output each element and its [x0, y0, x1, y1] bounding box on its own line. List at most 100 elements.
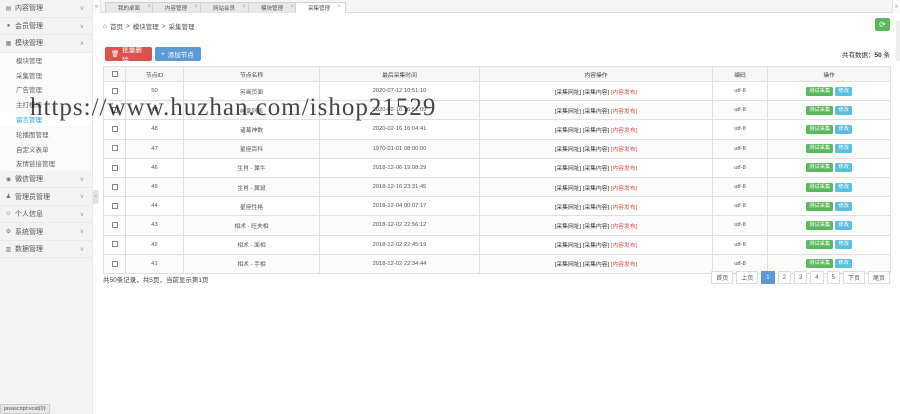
row-checkbox[interactable]	[111, 222, 118, 229]
sidebar-menu-item[interactable]: ☺ 个人信息 ∨	[0, 206, 92, 224]
op-collect-urls-link[interactable]: [采集网址]	[555, 109, 581, 115]
op-collect-content-link[interactable]: [采集内容]	[583, 109, 609, 115]
sidebar-subitem[interactable]: 留言管理	[0, 111, 92, 127]
close-icon[interactable]: ×	[194, 4, 198, 10]
op-collect-urls-link[interactable]: [采集网址]	[555, 224, 581, 230]
op-collect-content-link[interactable]: [采集内容]	[583, 224, 609, 230]
refresh-button[interactable]: ⟳	[875, 18, 890, 31]
op-publish-link[interactable]: [内容发布]	[611, 243, 637, 249]
pager-prev[interactable]: 上页	[736, 271, 759, 284]
op-collect-content-link[interactable]: [采集内容]	[583, 186, 609, 192]
row-checkbox[interactable]	[111, 145, 118, 152]
row-checkbox[interactable]	[111, 126, 118, 133]
op-collect-content-link[interactable]: [采集内容]	[583, 166, 609, 172]
test-collect-button[interactable]: 测试采集	[806, 124, 834, 134]
op-publish-link[interactable]: [内容发布]	[611, 205, 637, 211]
sidebar-menu-item[interactable]: ▦ 模块管理 ∧	[0, 35, 92, 53]
sidebar-menu-item[interactable]: ▤ 内容管理 ∨	[0, 0, 92, 18]
test-collect-button[interactable]: 测试采集	[806, 105, 834, 115]
row-checkbox[interactable]	[111, 202, 118, 209]
op-collect-urls-link[interactable]: [采集网址]	[555, 243, 581, 249]
op-collect-urls-link[interactable]: [采集网址]	[555, 186, 581, 192]
sidebar-subitem[interactable]: 主打模块	[0, 97, 92, 112]
op-publish-link[interactable]: [内容发布]	[611, 128, 637, 134]
op-collect-content-link[interactable]: [采集内容]	[583, 128, 609, 134]
close-icon[interactable]: ×	[147, 4, 151, 10]
pager-page[interactable]: 5	[826, 271, 840, 284]
tab-scroll-left-button[interactable]: «	[93, 0, 101, 13]
test-collect-button[interactable]: 测试采集	[806, 182, 834, 192]
op-collect-urls-link[interactable]: [采集网址]	[555, 166, 581, 172]
op-publish-link[interactable]: [内容发布]	[611, 90, 637, 96]
op-publish-link[interactable]: [内容发布]	[611, 262, 637, 268]
batch-delete-button[interactable]: 🗑 批量删除	[105, 47, 152, 64]
op-collect-content-link[interactable]: [采集内容]	[583, 262, 609, 268]
pager-page[interactable]: 4	[810, 271, 824, 284]
edit-button[interactable]: 修改	[835, 124, 852, 134]
edit-button[interactable]: 修改	[835, 182, 852, 192]
op-collect-urls-link[interactable]: [采集网址]	[555, 262, 581, 268]
tab-scroll-right-button[interactable]: »	[892, 0, 900, 13]
edit-button[interactable]: 修改	[835, 105, 852, 115]
pager-next[interactable]: 下页	[842, 271, 865, 284]
sidebar-subitem[interactable]: 模块管理	[0, 53, 92, 68]
breadcrumb-home[interactable]: 首页	[110, 21, 123, 31]
op-publish-link[interactable]: [内容发布]	[611, 166, 637, 172]
row-checkbox[interactable]	[111, 107, 118, 114]
breadcrumb-module[interactable]: 模块管理	[133, 21, 159, 31]
test-collect-button[interactable]: 测试采集	[806, 220, 834, 230]
op-collect-content-link[interactable]: [采集内容]	[583, 147, 609, 153]
pager-page[interactable]: 1	[761, 271, 775, 284]
test-collect-button[interactable]: 测试采集	[806, 259, 834, 269]
sidebar-subitem[interactable]: 广告管理	[0, 82, 92, 97]
edit-button[interactable]: 修改	[835, 259, 852, 269]
edit-button[interactable]: 修改	[835, 86, 852, 96]
close-icon[interactable]: ×	[242, 4, 246, 10]
sidebar-subitem[interactable]: 友情链接管理	[0, 156, 92, 171]
sidebar-menu-item[interactable]: ● 会员管理 ∨	[0, 18, 92, 35]
add-node-button[interactable]: + 添加节点	[155, 47, 201, 61]
row-checkbox[interactable]	[111, 260, 118, 267]
op-collect-content-link[interactable]: [采集内容]	[583, 205, 609, 211]
sidebar-menu-item[interactable]: ♟ 管理员管理 ∨	[0, 188, 92, 206]
edit-button[interactable]: 修改	[835, 220, 852, 230]
op-collect-urls-link[interactable]: [采集网址]	[555, 205, 581, 211]
edit-button[interactable]: 修改	[835, 201, 852, 211]
op-publish-link[interactable]: [内容发布]	[611, 147, 637, 153]
tab[interactable]: 网站会员 ×	[200, 2, 251, 13]
sidebar-subitem[interactable]: 采集管理	[0, 67, 92, 82]
op-publish-link[interactable]: [内容发布]	[611, 109, 637, 115]
op-collect-urls-link[interactable]: [采集网址]	[555, 128, 581, 134]
test-collect-button[interactable]: 测试采集	[806, 163, 834, 173]
tab[interactable]: 采集管理 ×	[295, 2, 346, 13]
op-publish-link[interactable]: [内容发布]	[611, 186, 637, 192]
close-icon[interactable]: ×	[290, 4, 294, 10]
op-collect-urls-link[interactable]: [采集网址]	[555, 90, 581, 96]
sidebar-menu-item[interactable]: ◉ 微信管理 ∨	[0, 171, 92, 189]
row-checkbox[interactable]	[111, 164, 118, 171]
pager-last[interactable]: 尾页	[867, 271, 890, 284]
sidebar-subitem[interactable]: 自定义表单	[0, 141, 92, 156]
op-publish-link[interactable]: [内容发布]	[611, 224, 637, 230]
sidebar-menu-item[interactable]: ⚙ 系统管理 ∨	[0, 223, 92, 241]
page-scrollbar[interactable]	[896, 21, 900, 61]
row-checkbox[interactable]	[111, 87, 118, 94]
tab[interactable]: 我的桌面 ×	[105, 2, 156, 13]
select-all-checkbox[interactable]	[111, 70, 118, 77]
test-collect-button[interactable]: 测试采集	[806, 144, 834, 154]
tab[interactable]: 内容管理 ×	[152, 2, 203, 13]
test-collect-button[interactable]: 测试采集	[806, 201, 834, 211]
pager-page[interactable]: 2	[777, 271, 791, 284]
op-collect-urls-link[interactable]: [采集网址]	[555, 147, 581, 153]
edit-button[interactable]: 修改	[835, 144, 852, 154]
edit-button[interactable]: 修改	[835, 163, 852, 173]
pager-page[interactable]: 3	[793, 271, 808, 284]
sidebar-collapse-handle[interactable]: ‹	[93, 190, 99, 204]
op-collect-content-link[interactable]: [采集内容]	[583, 243, 609, 249]
tab[interactable]: 模块管理 ×	[248, 2, 299, 13]
row-checkbox[interactable]	[111, 241, 118, 248]
sidebar-menu-item[interactable]: ▥ 数据管理 ∨	[0, 241, 92, 259]
row-checkbox[interactable]	[111, 183, 118, 190]
op-collect-content-link[interactable]: [采集内容]	[583, 90, 609, 96]
test-collect-button[interactable]: 测试采集	[806, 86, 834, 96]
